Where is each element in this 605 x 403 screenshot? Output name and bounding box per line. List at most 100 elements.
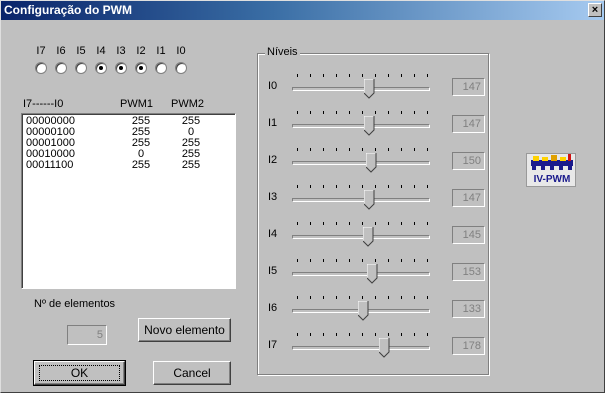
tick-mark [401, 259, 402, 262]
tick-mark [401, 185, 402, 188]
screen: Configuração do PWM × I7 I6 I5 I4 I3 I2 I1 I0 I… [0, 0, 605, 403]
level-value-i7[interactable]: 178 [452, 337, 485, 355]
tick-mark [349, 259, 350, 262]
tick-mark [401, 222, 402, 225]
level-value-i3[interactable]: 147 [452, 189, 485, 207]
slider-track-i3[interactable] [292, 198, 430, 202]
tick-mark [310, 333, 311, 336]
tick-mark [310, 296, 311, 299]
tick-mark [297, 333, 298, 336]
tick-mark [349, 148, 350, 151]
tick-mark [362, 148, 363, 151]
pwm-config-dialog: Configuração do PWM × I7 I6 I5 I4 I3 I2 I1 I0 I… [0, 0, 605, 393]
level-value-i1[interactable]: 147 [452, 115, 485, 133]
bit-radio-i2[interactable] [135, 62, 147, 74]
elements-listbox[interactable]: 00000000 255 255 00000100 255 0 00001000 255 255… [21, 113, 236, 289]
tick-mark [362, 222, 363, 225]
bit-radio-i7[interactable] [35, 62, 47, 74]
column-header-bits: I7------I0 [23, 98, 64, 110]
bit-radio-i3[interactable] [115, 62, 127, 74]
focus-rectangle [39, 365, 120, 381]
tick-mark [362, 185, 363, 188]
slider-track-i7[interactable] [292, 346, 430, 350]
pwm2-cell: 255 [181, 159, 201, 171]
slider-thumb-i7[interactable] [378, 337, 390, 358]
tick-mark [310, 222, 311, 225]
bit-label-i6: I6 [56, 45, 66, 57]
tick-mark [310, 74, 311, 77]
slider-thumb-i1[interactable] [363, 115, 375, 136]
tick-mark [388, 259, 389, 262]
tick-mark [375, 296, 376, 299]
iv-pwm-logo: IV-PWM [526, 153, 576, 187]
tick-mark [401, 111, 402, 114]
level-value-i4[interactable]: 145 [452, 226, 485, 244]
new-element-button[interactable]: Novo elemento [138, 318, 231, 342]
level-value-i5[interactable]: 153 [452, 263, 485, 281]
element-count-field[interactable]: 5 [67, 325, 107, 345]
tick-mark [375, 148, 376, 151]
level-value-i6[interactable]: 133 [452, 300, 485, 318]
tick-mark [323, 333, 324, 336]
tick-mark [323, 185, 324, 188]
slider-label-i3: I3 [268, 191, 278, 203]
slider-ticks [297, 259, 429, 263]
tick-mark [323, 111, 324, 114]
slider-thumb-i3[interactable] [363, 189, 375, 210]
tick-mark [349, 296, 350, 299]
slider-track-i2[interactable] [292, 161, 430, 165]
tick-mark [336, 185, 337, 188]
tick-mark [310, 111, 311, 114]
tick-mark [414, 111, 415, 114]
bit-radio-i6[interactable] [55, 62, 67, 74]
tick-mark [349, 74, 350, 77]
slider-track-i5[interactable] [292, 272, 430, 276]
tick-mark [297, 185, 298, 188]
bit-label-i0: I0 [176, 45, 186, 57]
slider-track-i0[interactable] [292, 87, 430, 91]
slider-track-i4[interactable] [292, 235, 430, 239]
level-value-i0[interactable]: 147 [452, 78, 485, 96]
tick-mark [336, 148, 337, 151]
tick-mark [414, 185, 415, 188]
tick-mark [388, 74, 389, 77]
bits-cell: 00011100 [26, 159, 74, 171]
tick-mark [388, 333, 389, 336]
ok-button[interactable]: OK [33, 360, 126, 386]
column-header-pwm2: PWM2 [171, 98, 204, 110]
tick-mark [323, 259, 324, 262]
tick-mark [297, 259, 298, 262]
slider-thumb-i6[interactable] [357, 300, 369, 321]
slider-label-i1: I1 [268, 117, 278, 129]
slider-ticks [297, 222, 429, 226]
tick-mark [375, 259, 376, 262]
tick-mark [362, 296, 363, 299]
title-bar: Configuração do PWM × [1, 1, 604, 20]
bit-radio-i1[interactable] [155, 62, 167, 74]
bit-radio-i0[interactable] [175, 62, 187, 74]
slider-thumb-i0[interactable] [363, 78, 375, 99]
bit-radio-i5[interactable] [75, 62, 87, 74]
tick-mark [427, 222, 428, 225]
tick-mark [297, 111, 298, 114]
tick-mark [427, 148, 428, 151]
level-value-i2[interactable]: 150 [452, 152, 485, 170]
tick-mark [336, 296, 337, 299]
slider-thumb-i4[interactable] [362, 226, 374, 247]
slider-track-i1[interactable] [292, 124, 430, 128]
tick-mark [297, 296, 298, 299]
slider-thumb-i2[interactable] [365, 152, 377, 173]
bit-radio-i4[interactable] [95, 62, 107, 74]
levels-group [257, 53, 489, 375]
cancel-button[interactable]: Cancel [153, 361, 231, 385]
slider-label-i0: I0 [268, 80, 278, 92]
close-button[interactable]: × [588, 3, 602, 17]
tick-mark [362, 74, 363, 77]
tick-mark [336, 222, 337, 225]
tick-mark [375, 185, 376, 188]
tick-mark [310, 185, 311, 188]
list-item[interactable]: 00011100 255 255 [26, 160, 226, 171]
slider-ticks [297, 296, 429, 300]
slider-thumb-i5[interactable] [366, 263, 378, 284]
tick-mark [401, 74, 402, 77]
